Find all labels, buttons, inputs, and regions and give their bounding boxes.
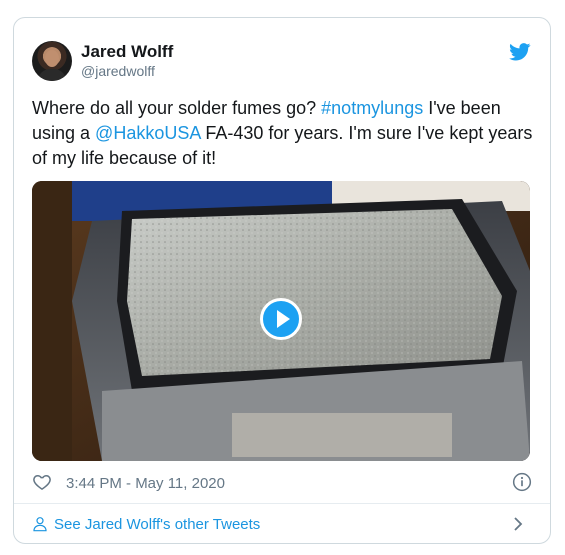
timestamp[interactable]: 3:44 PM - May 11, 2020 xyxy=(66,475,225,492)
tweet-card: Jared Wolff @jaredwolff Where do all you… xyxy=(13,17,551,544)
see-other-tweets-label: See Jared Wolff's other Tweets xyxy=(54,516,261,533)
tweet-text-part: Where do all your solder fumes go? xyxy=(32,98,322,118)
author-handle[interactable]: @jaredwolff xyxy=(81,63,155,79)
play-icon xyxy=(276,310,290,328)
avatar-shirt xyxy=(38,69,66,81)
tweet-meta: 3:44 PM - May 11, 2020 xyxy=(32,472,532,494)
twitter-bird-icon[interactable] xyxy=(509,43,531,61)
chevron-right-icon xyxy=(514,517,523,531)
see-other-tweets-link[interactable]: See Jared Wolff's other Tweets xyxy=(14,504,550,544)
avatar-face xyxy=(45,50,59,67)
info-icon[interactable] xyxy=(512,472,532,492)
heart-icon[interactable] xyxy=(32,472,52,492)
hashtag-link[interactable]: #notmylungs xyxy=(321,98,423,118)
mention-link[interactable]: @HakkoUSA xyxy=(95,123,200,143)
tweet-text: Where do all your solder fumes go? #notm… xyxy=(32,96,537,171)
person-icon xyxy=(33,517,47,532)
play-button[interactable] xyxy=(260,298,302,340)
avatar[interactable] xyxy=(32,41,72,81)
author-name[interactable]: Jared Wolff xyxy=(81,42,173,62)
video-thumbnail[interactable] xyxy=(32,181,530,461)
